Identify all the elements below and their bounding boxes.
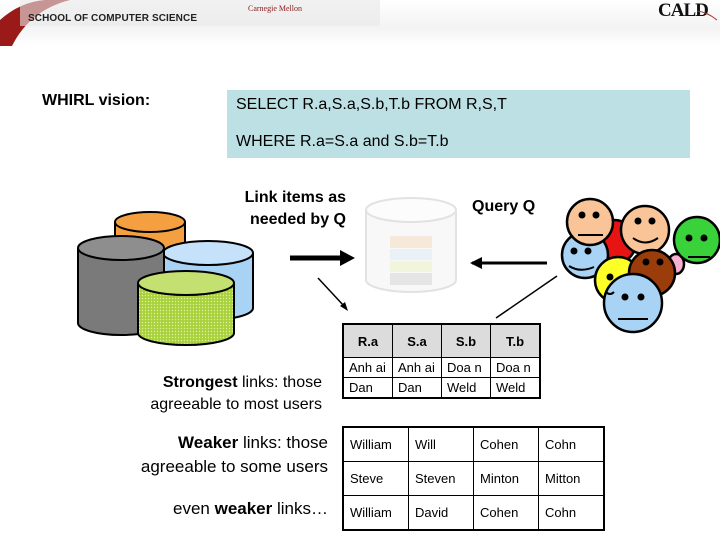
column-header: S.b <box>441 323 491 358</box>
link-arrow-icon <box>290 250 355 266</box>
column-header: S.a <box>392 323 442 358</box>
user-face-blue-2 <box>602 272 664 334</box>
table-cell: Dan <box>392 377 442 399</box>
users-group <box>560 197 720 334</box>
weaker-bold: Weaker <box>178 433 239 452</box>
table-cell: Anh ai <box>342 357 393 378</box>
strongest-links-text: Strongest links: those agreeable to most… <box>60 372 322 416</box>
table-row: Anh ai Anh ai Doa n Doa n <box>342 357 541 378</box>
table-row: William Will Cohen Cohn <box>342 426 605 462</box>
weaker-links-table: William Will Cohen Cohn Steve Steven Min… <box>342 426 605 531</box>
table-cell: Weld <box>490 377 541 399</box>
strongest-line2: agreeable to most users <box>150 396 322 413</box>
table-cell: William <box>342 426 409 462</box>
table-cell: Steven <box>408 461 474 496</box>
table-cell: Doa n <box>490 357 541 378</box>
table-cell: David <box>408 495 474 531</box>
weakest-links-text: even weaker links… <box>60 498 328 520</box>
table-cell: Will <box>408 426 474 462</box>
table-row: Dan Dan Weld Weld <box>342 377 541 399</box>
weaker-links-text: Weaker links: those agreeable to some us… <box>60 431 328 479</box>
table-cell: Steve <box>342 461 409 496</box>
table-cell: William <box>342 495 409 531</box>
table-cell: Minton <box>473 461 539 496</box>
column-header: R.a <box>342 323 393 358</box>
table-cell: Anh ai <box>392 357 442 378</box>
strongest-bold: Strongest <box>162 374 238 391</box>
table-cell: Mitton <box>538 461 605 496</box>
table-cell: Doa n <box>441 357 491 378</box>
diagonal-arrow-to-table-icon <box>317 277 348 311</box>
query-arrow-icon <box>470 257 547 269</box>
table-cell: Cohen <box>473 426 539 462</box>
table-cell: Dan <box>342 377 393 399</box>
strongest-links-table: R.a S.a S.b T.b Anh ai Anh ai Doa n Doa … <box>342 323 541 399</box>
result-database-icon <box>365 197 457 293</box>
table-row: William David Cohen Cohn <box>342 495 605 531</box>
weakest-rest: links… <box>272 499 328 518</box>
table-row: Steve Steven Minton Mitton <box>342 461 605 496</box>
user-face-peach-2 <box>619 204 671 256</box>
table-cell: Cohn <box>538 495 605 531</box>
table-cell: Weld <box>441 377 491 399</box>
user-face-peach-1 <box>565 197 615 247</box>
users-to-table-arrow-icon <box>495 275 558 319</box>
table-header-row: R.a S.a S.b T.b <box>342 323 541 358</box>
weakest-bold: weaker <box>214 499 273 518</box>
table-cell: Cohen <box>473 495 539 531</box>
strongest-rest: links: those <box>237 374 322 391</box>
weaker-line2: agreeable to some users <box>140 457 328 476</box>
weakest-pre: even <box>173 499 215 518</box>
weaker-rest: links: those <box>238 433 328 452</box>
table-cell: Cohn <box>538 426 605 462</box>
column-header: T.b <box>490 323 541 358</box>
green-database-icon <box>137 270 235 346</box>
